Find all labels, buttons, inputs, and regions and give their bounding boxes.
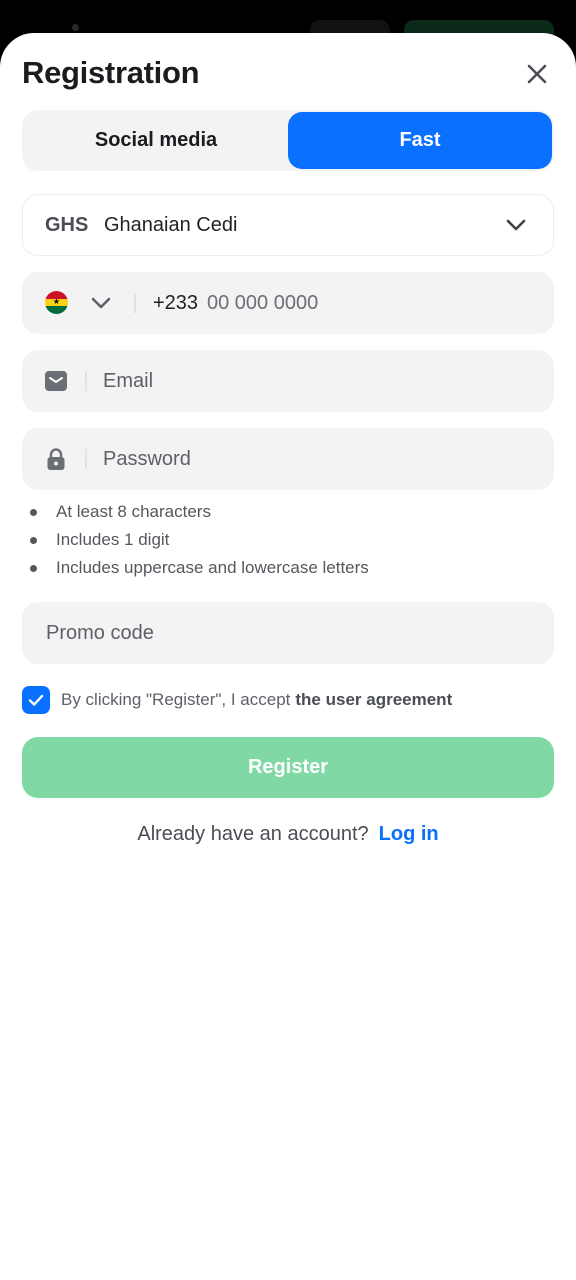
- close-button[interactable]: [520, 57, 554, 91]
- promo-code-input[interactable]: Promo code: [46, 622, 154, 645]
- email-field[interactable]: Email: [22, 350, 554, 412]
- password-input[interactable]: Password: [103, 448, 191, 471]
- login-row: Already have an account? Log in: [0, 823, 576, 846]
- tab-social-media[interactable]: Social media: [24, 112, 288, 169]
- checkmark-icon: [28, 694, 44, 706]
- currency-name: Ghanaian Cedi: [104, 213, 238, 236]
- mail-icon: [45, 371, 67, 391]
- agreement-row: By clicking "Register", I accept the use…: [22, 686, 452, 714]
- password-rules: At least 8 characters Includes 1 digit I…: [30, 501, 369, 585]
- camera-dot: [72, 24, 79, 31]
- password-rule: At least 8 characters: [30, 501, 369, 529]
- divider: [85, 449, 87, 469]
- close-icon: [527, 64, 547, 84]
- register-button[interactable]: Register: [22, 737, 554, 798]
- registration-tabs: Social media Fast: [22, 110, 554, 171]
- promo-code-field[interactable]: Promo code: [22, 602, 554, 664]
- password-field[interactable]: Password: [22, 428, 554, 490]
- page-title: Registration: [22, 55, 200, 90]
- login-prompt: Already have an account?: [137, 823, 369, 845]
- currency-select[interactable]: GHS Ghanaian Cedi: [22, 194, 554, 256]
- tab-fast[interactable]: Fast: [288, 112, 552, 169]
- ghana-flag-icon[interactable]: ★: [45, 291, 68, 314]
- agreement-checkbox[interactable]: [22, 686, 50, 714]
- divider: [85, 371, 87, 391]
- phone-prefix: +233: [153, 291, 199, 314]
- agreement-text: By clicking "Register", I accept: [61, 690, 291, 709]
- currency-code: GHS: [45, 213, 89, 236]
- phone-input[interactable]: 00 000 0000: [207, 292, 318, 315]
- lock-icon: [47, 448, 65, 470]
- user-agreement-link[interactable]: the user agreement: [295, 690, 452, 710]
- email-input[interactable]: Email: [103, 370, 153, 393]
- password-rule: Includes 1 digit: [30, 529, 369, 557]
- registration-sheet: Registration Social media Fast GHS Ghana…: [0, 33, 576, 1280]
- divider: [134, 293, 136, 313]
- password-rule: Includes uppercase and lowercase letters: [30, 557, 369, 585]
- phone-field[interactable]: ★ +233 00 000 0000: [22, 272, 554, 334]
- chevron-down-icon: [506, 219, 526, 231]
- chevron-down-icon[interactable]: [90, 292, 112, 314]
- login-link[interactable]: Log in: [379, 823, 439, 845]
